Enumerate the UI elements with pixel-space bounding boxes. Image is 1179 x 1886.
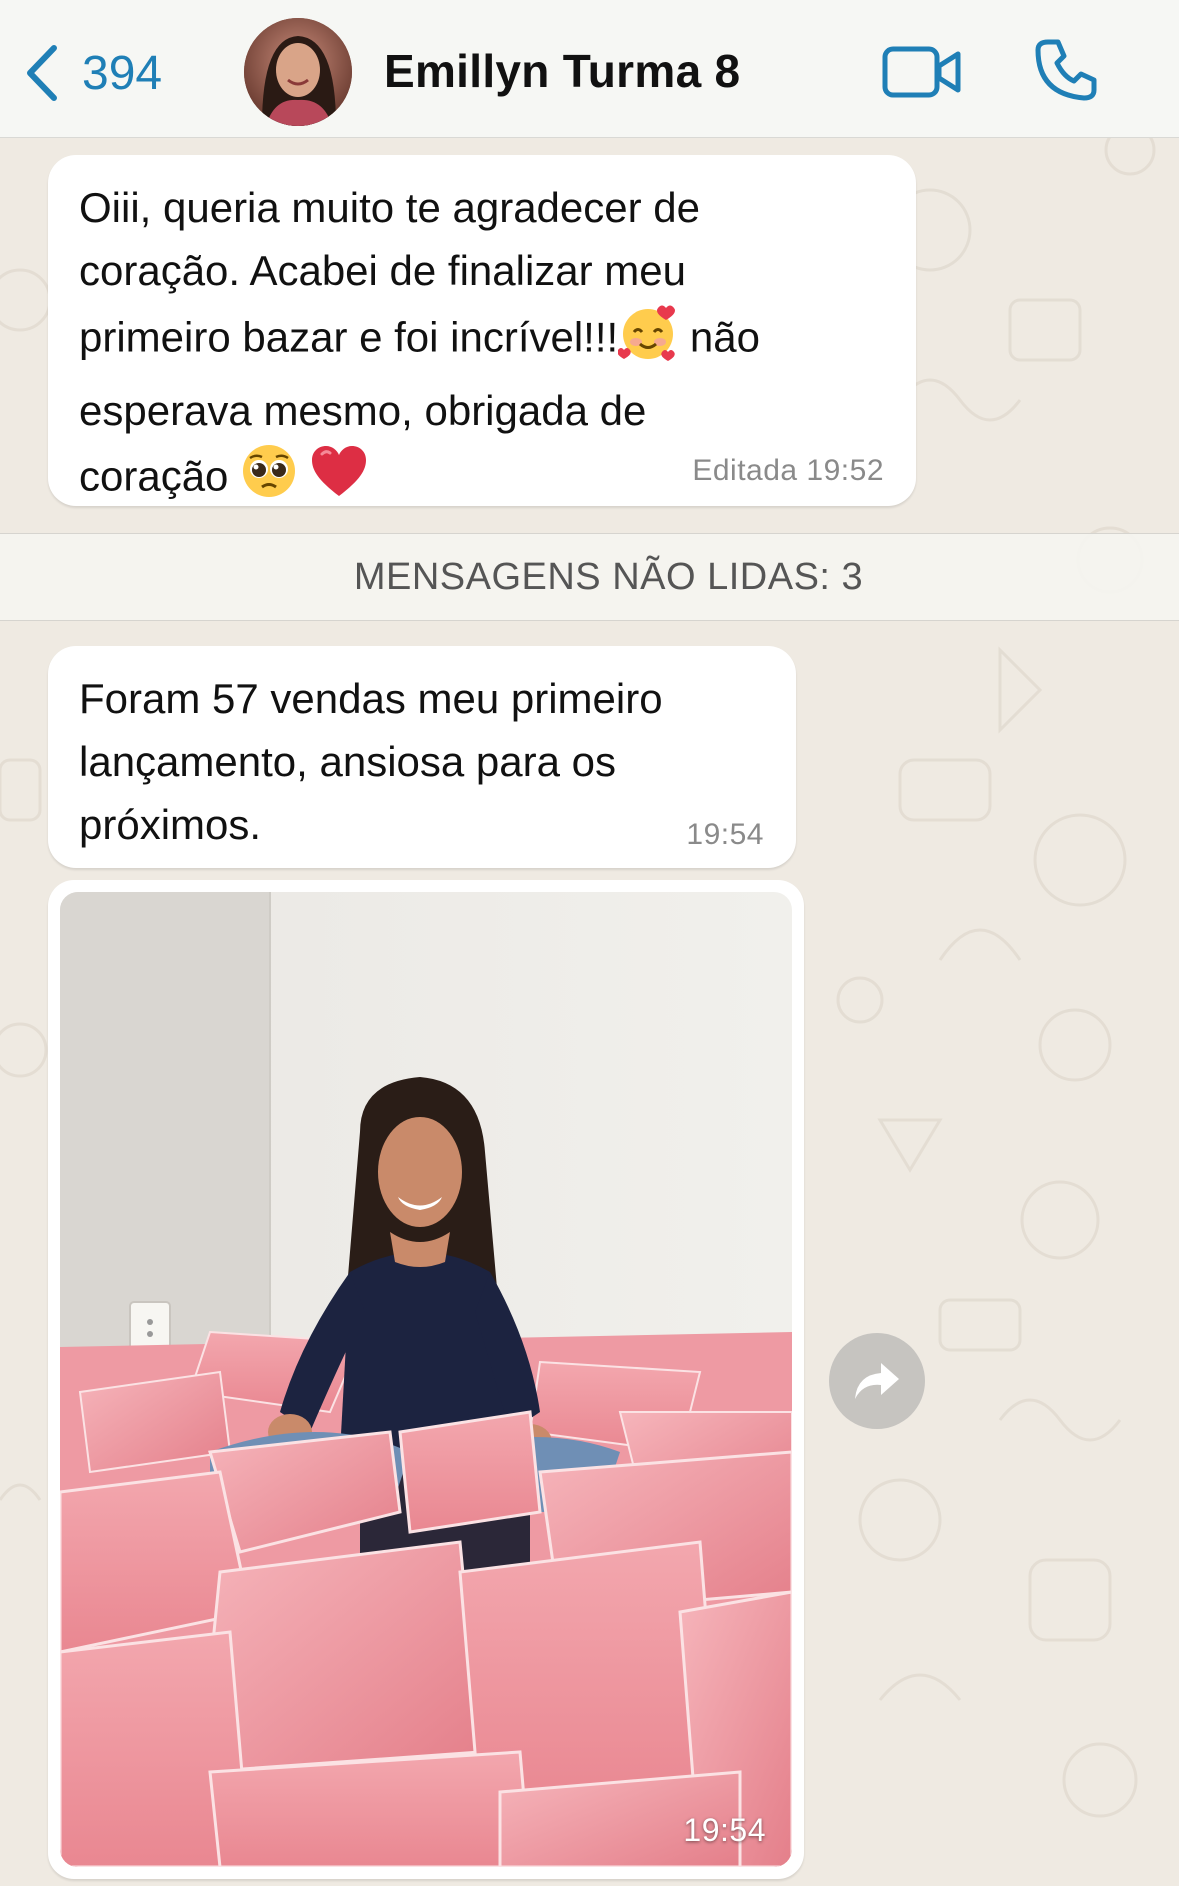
red-heart-icon: [310, 444, 368, 515]
forward-arrow-icon: [855, 1363, 899, 1399]
message-timestamp: 19:54: [686, 818, 764, 851]
video-call-button[interactable]: [882, 44, 962, 105]
phone-icon: [1035, 39, 1097, 101]
unread-count: 394: [82, 46, 163, 100]
voice-call-button[interactable]: [1034, 38, 1098, 107]
unread-messages-divider: MENSAGENS NÃO LIDAS: 3: [0, 533, 1179, 621]
contact-name[interactable]: Emillyn Turma 8: [384, 44, 740, 98]
photo-attachment[interactable]: 19:54: [60, 892, 792, 1867]
message-line: coração. Acabei de finalizar meu: [79, 247, 687, 294]
pleading-face-icon: [240, 442, 298, 517]
chevron-left-icon: [27, 45, 57, 101]
message-timestamp: Editada 19:52: [692, 454, 884, 487]
chat-header: 394 Emillyn Turma 8: [0, 0, 1179, 138]
message-line: primeiro bazar e foi incrível!!!: [79, 313, 619, 361]
message-bubble-incoming[interactable]: Oiii, queria muito te agradecer de coraçã…: [48, 155, 916, 506]
message-line: Oiii, queria muito te agradecer de: [79, 184, 700, 231]
forward-button[interactable]: [829, 1333, 925, 1429]
back-button[interactable]: 394: [22, 38, 162, 108]
photo-message-bubble[interactable]: 19:54: [48, 880, 804, 1879]
photo-timestamp: 19:54: [683, 1812, 766, 1848]
message-line: coração: [79, 452, 229, 500]
unread-label: MENSAGENS NÃO LIDAS: 3: [353, 555, 864, 598]
message-line: não: [678, 313, 760, 361]
photo-image: [60, 892, 792, 1867]
avatar[interactable]: [244, 18, 352, 126]
message-text: Foram 57 vendas meu primeiro lançamento,…: [79, 675, 663, 848]
smiling-face-with-hearts-icon: [617, 302, 678, 379]
message-bubble-incoming[interactable]: Foram 57 vendas meu primeiro lançamento,…: [48, 646, 796, 868]
video-call-icon: [882, 46, 961, 98]
message-line: esperava mesmo, obrigada de: [79, 387, 647, 434]
